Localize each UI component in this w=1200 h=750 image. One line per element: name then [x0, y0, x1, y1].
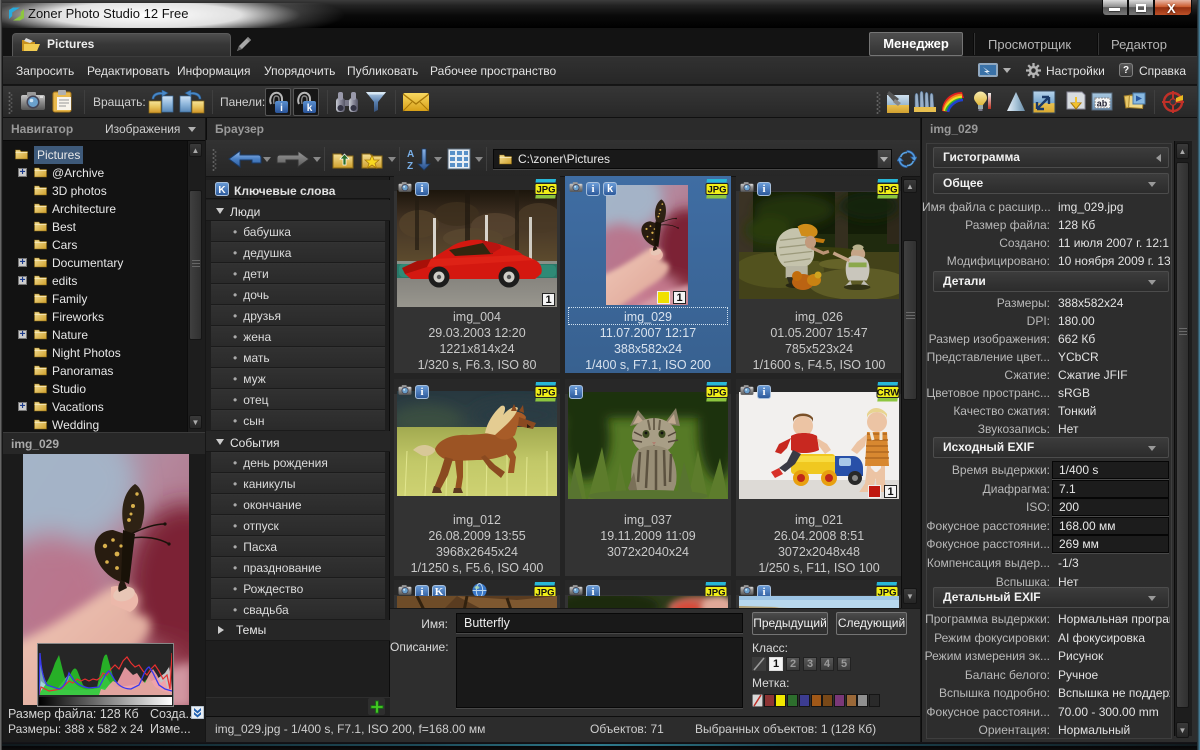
svg-text:JPG: JPG [707, 388, 726, 399]
svg-text:i: i [280, 103, 283, 114]
svg-text:CRW: CRW [877, 388, 900, 399]
svg-text:K: K [218, 185, 226, 196]
svg-text:JPG: JPG [536, 388, 555, 399]
svg-text:JPG: JPG [536, 185, 555, 196]
svg-text:JPG: JPG [878, 185, 897, 196]
svg-text:k: k [307, 103, 313, 114]
svg-text:ab: ab [1097, 99, 1108, 109]
svg-text:Z: Z [407, 161, 413, 171]
svg-text:JPG: JPG [707, 185, 726, 196]
svg-text:A: A [407, 149, 414, 160]
